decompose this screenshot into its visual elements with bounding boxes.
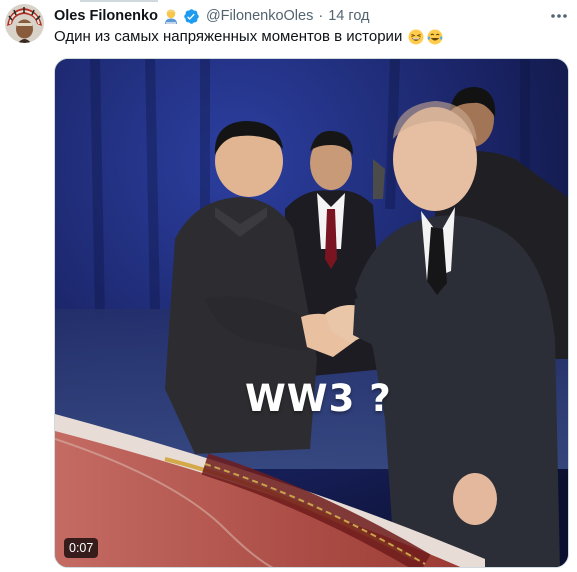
timestamp[interactable]: 14 год	[328, 8, 369, 24]
avatar[interactable]	[5, 4, 44, 43]
tweet-text-content: Один из самых напряженных моментов в ист…	[54, 28, 403, 45]
avatar-image	[5, 4, 44, 43]
more-options-button[interactable]	[548, 8, 570, 24]
video-duration-badge: 0:07	[64, 538, 99, 558]
user-handle[interactable]: @FilonenkoOles	[206, 8, 313, 24]
video-player[interactable]: WW3 ? 0:07	[54, 58, 569, 568]
person-emoji-icon	[164, 9, 177, 24]
tweet[interactable]: Oles Filonenko @FilonenkoOles · 14 год О…	[0, 0, 577, 572]
tweet-text: Один из самых напряженных моментов в ист…	[54, 28, 443, 45]
more-dots-icon	[551, 14, 567, 18]
header-separator: ·	[318, 8, 324, 24]
verified-badge-icon	[184, 8, 199, 24]
face-with-tears-of-joy-icon	[427, 29, 443, 44]
tweet-header: Oles Filonenko @FilonenkoOles · 14 год	[54, 6, 370, 26]
video-frame	[55, 59, 568, 567]
grinning-squinting-face-icon	[408, 29, 424, 44]
video-caption: WW3 ?	[245, 377, 392, 420]
display-name[interactable]: Oles Filonenko	[54, 8, 158, 24]
